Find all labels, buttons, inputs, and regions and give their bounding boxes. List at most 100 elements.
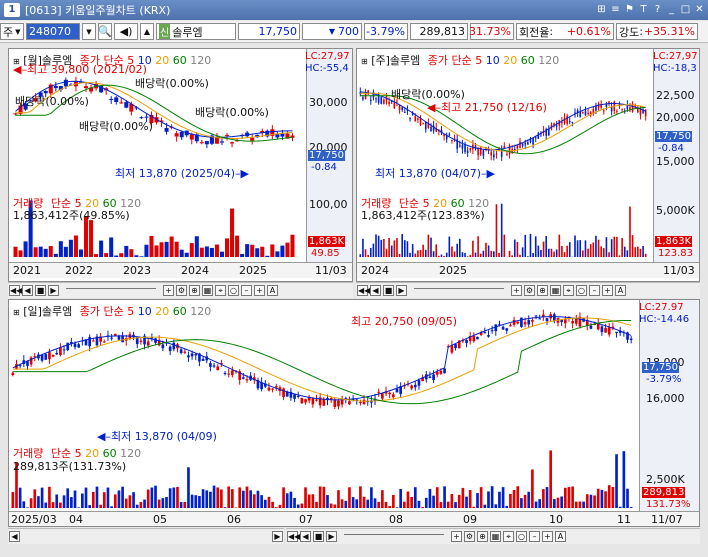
prev-stock-button[interactable]: ▲	[140, 23, 154, 40]
next-icon[interactable]: ▶	[396, 285, 407, 296]
next-icon[interactable]: ▶	[48, 285, 59, 296]
code-dropdown-button[interactable]: ▼	[82, 23, 96, 40]
stop-icon[interactable]: ■	[35, 285, 46, 296]
volume-bar	[293, 497, 296, 508]
sound-button[interactable]: ◀)	[114, 23, 138, 40]
plus-icon[interactable]: +	[254, 285, 265, 296]
prev-icon[interactable]: ◀	[22, 285, 33, 296]
scroll-right-icon[interactable]: ▶	[272, 531, 283, 542]
candle-body	[333, 399, 337, 407]
minimize-icon[interactable]: _	[665, 2, 678, 17]
volume-bar	[629, 507, 633, 508]
zoom-in-icon[interactable]: +	[451, 531, 462, 542]
settings-icon[interactable]: ⚙	[524, 285, 535, 296]
search-button[interactable]: 🔍	[98, 23, 112, 40]
help-icon[interactable]: ?	[651, 2, 664, 17]
volume-bar	[282, 487, 285, 508]
prev-icon[interactable]: ◀	[300, 531, 311, 542]
rewind-icon[interactable]: ◀◀	[9, 285, 22, 296]
volume-bar	[465, 496, 468, 508]
font-icon[interactable]: A	[267, 285, 278, 296]
stop-icon[interactable]: ■	[313, 531, 324, 542]
candle-body	[520, 317, 523, 327]
volume-bar	[176, 486, 179, 508]
zoom-slider[interactable]	[344, 533, 444, 540]
candle-body	[404, 111, 406, 113]
scroll-left-icon[interactable]: ◀	[9, 531, 20, 542]
monthly-chart-panel[interactable]: 30,000 20,000 17,750 -0.84 LC:27,97 HC:-…	[8, 48, 353, 282]
minus-icon[interactable]: –	[529, 531, 540, 542]
pin-icon[interactable]: ⚑	[623, 2, 636, 17]
volume-bar	[553, 499, 556, 508]
volume-bar	[372, 243, 375, 257]
expand-icon[interactable]: ⊞	[361, 57, 368, 66]
grid-icon[interactable]: ▦	[202, 285, 213, 296]
volume-bar	[157, 499, 161, 508]
window-title: [0613] 키움일주월차트 (KRX)	[25, 4, 171, 17]
minus-icon[interactable]: –	[241, 285, 252, 296]
period-select[interactable]: 주 ▼	[0, 23, 24, 40]
volume-bar	[483, 504, 487, 508]
rewind-icon[interactable]: ◀◀	[357, 285, 370, 296]
settings-icon[interactable]: ⚙	[464, 531, 475, 542]
search-icon[interactable]: ○	[516, 531, 527, 542]
daily-x-axis: 2025/03 04 05 06 07 08 09 10 11 11/07	[9, 511, 699, 526]
search-icon[interactable]: ○	[228, 285, 239, 296]
crosshair-icon[interactable]: ⌖	[215, 285, 226, 296]
zoom-slider[interactable]	[66, 287, 156, 294]
settings-icon[interactable]: ⚙	[176, 285, 187, 296]
volume-bar	[524, 234, 527, 257]
weekly-chart-panel[interactable]: 22,500 20,000 17,750 -0.84 15,000 LC:27,…	[356, 48, 700, 282]
font-icon[interactable]: A	[555, 531, 566, 542]
next-icon[interactable]: ▶	[326, 531, 337, 542]
daily-scrollbar[interactable]: ◀ ▶	[8, 528, 284, 544]
volume-bar	[457, 494, 461, 508]
candle-body	[448, 134, 451, 136]
volume-bar	[300, 503, 304, 508]
candle-body	[392, 394, 395, 398]
settings-icon[interactable]: ≡	[609, 2, 622, 17]
zoom-icon[interactable]: ⊕	[537, 285, 548, 296]
daily-chart-panel[interactable]: 18,000 17,750 -3.79% 16,000 LC:27.97 HC:…	[8, 299, 700, 527]
maximize-icon[interactable]: □	[679, 2, 692, 17]
minus-icon[interactable]: –	[589, 285, 600, 296]
zoom-icon[interactable]: ⊕	[477, 531, 488, 542]
plus-icon[interactable]: +	[542, 531, 553, 542]
volume-bar	[532, 253, 534, 257]
weekly-x-axis: 2024 2025 11/03	[357, 262, 699, 278]
rewind-icon[interactable]: ◀◀	[287, 531, 300, 542]
volume-bar	[159, 242, 164, 257]
zoom-icon[interactable]: ⊕	[189, 285, 200, 296]
volume-bar	[644, 253, 647, 257]
candle-body	[146, 341, 150, 346]
volume-bar	[589, 494, 593, 508]
expand-icon[interactable]: ⊞	[13, 308, 20, 317]
zoom-in-icon[interactable]: +	[163, 285, 174, 296]
weekly-low-annotation: 최저 13,870 (04/07)–▶	[375, 165, 495, 181]
candle-body	[194, 353, 198, 356]
volume-bar	[440, 254, 443, 257]
font-icon[interactable]: T	[637, 2, 650, 17]
stock-name-field[interactable]: 신 솔루엠	[156, 23, 236, 40]
stock-code-input[interactable]: 248070	[26, 23, 80, 40]
crosshair-icon[interactable]: ⌖	[563, 285, 574, 296]
search-icon[interactable]: ○	[576, 285, 587, 296]
grid-icon[interactable]: ▦	[490, 531, 501, 542]
candle-body	[493, 154, 495, 158]
zoom-slider[interactable]	[414, 287, 504, 294]
volume-bar	[179, 249, 184, 257]
grid-icon[interactable]: ▦	[550, 285, 561, 296]
font-icon[interactable]: A	[615, 285, 626, 296]
weekly-lc-label: LC:27,97	[653, 51, 698, 62]
close-icon[interactable]: ✕	[693, 2, 706, 17]
crosshair-icon[interactable]: ⌖	[503, 531, 514, 542]
plus-icon[interactable]: +	[602, 285, 613, 296]
daily-price-pct: -3.79%	[646, 374, 682, 385]
prev-icon[interactable]: ◀	[370, 285, 381, 296]
x-tick: 2023	[123, 264, 151, 277]
volume-bar	[84, 487, 88, 508]
stop-icon[interactable]: ■	[383, 285, 394, 296]
link-icon[interactable]: ⊞	[595, 2, 608, 17]
zoom-in-icon[interactable]: +	[511, 285, 522, 296]
volume-bar	[109, 237, 114, 257]
